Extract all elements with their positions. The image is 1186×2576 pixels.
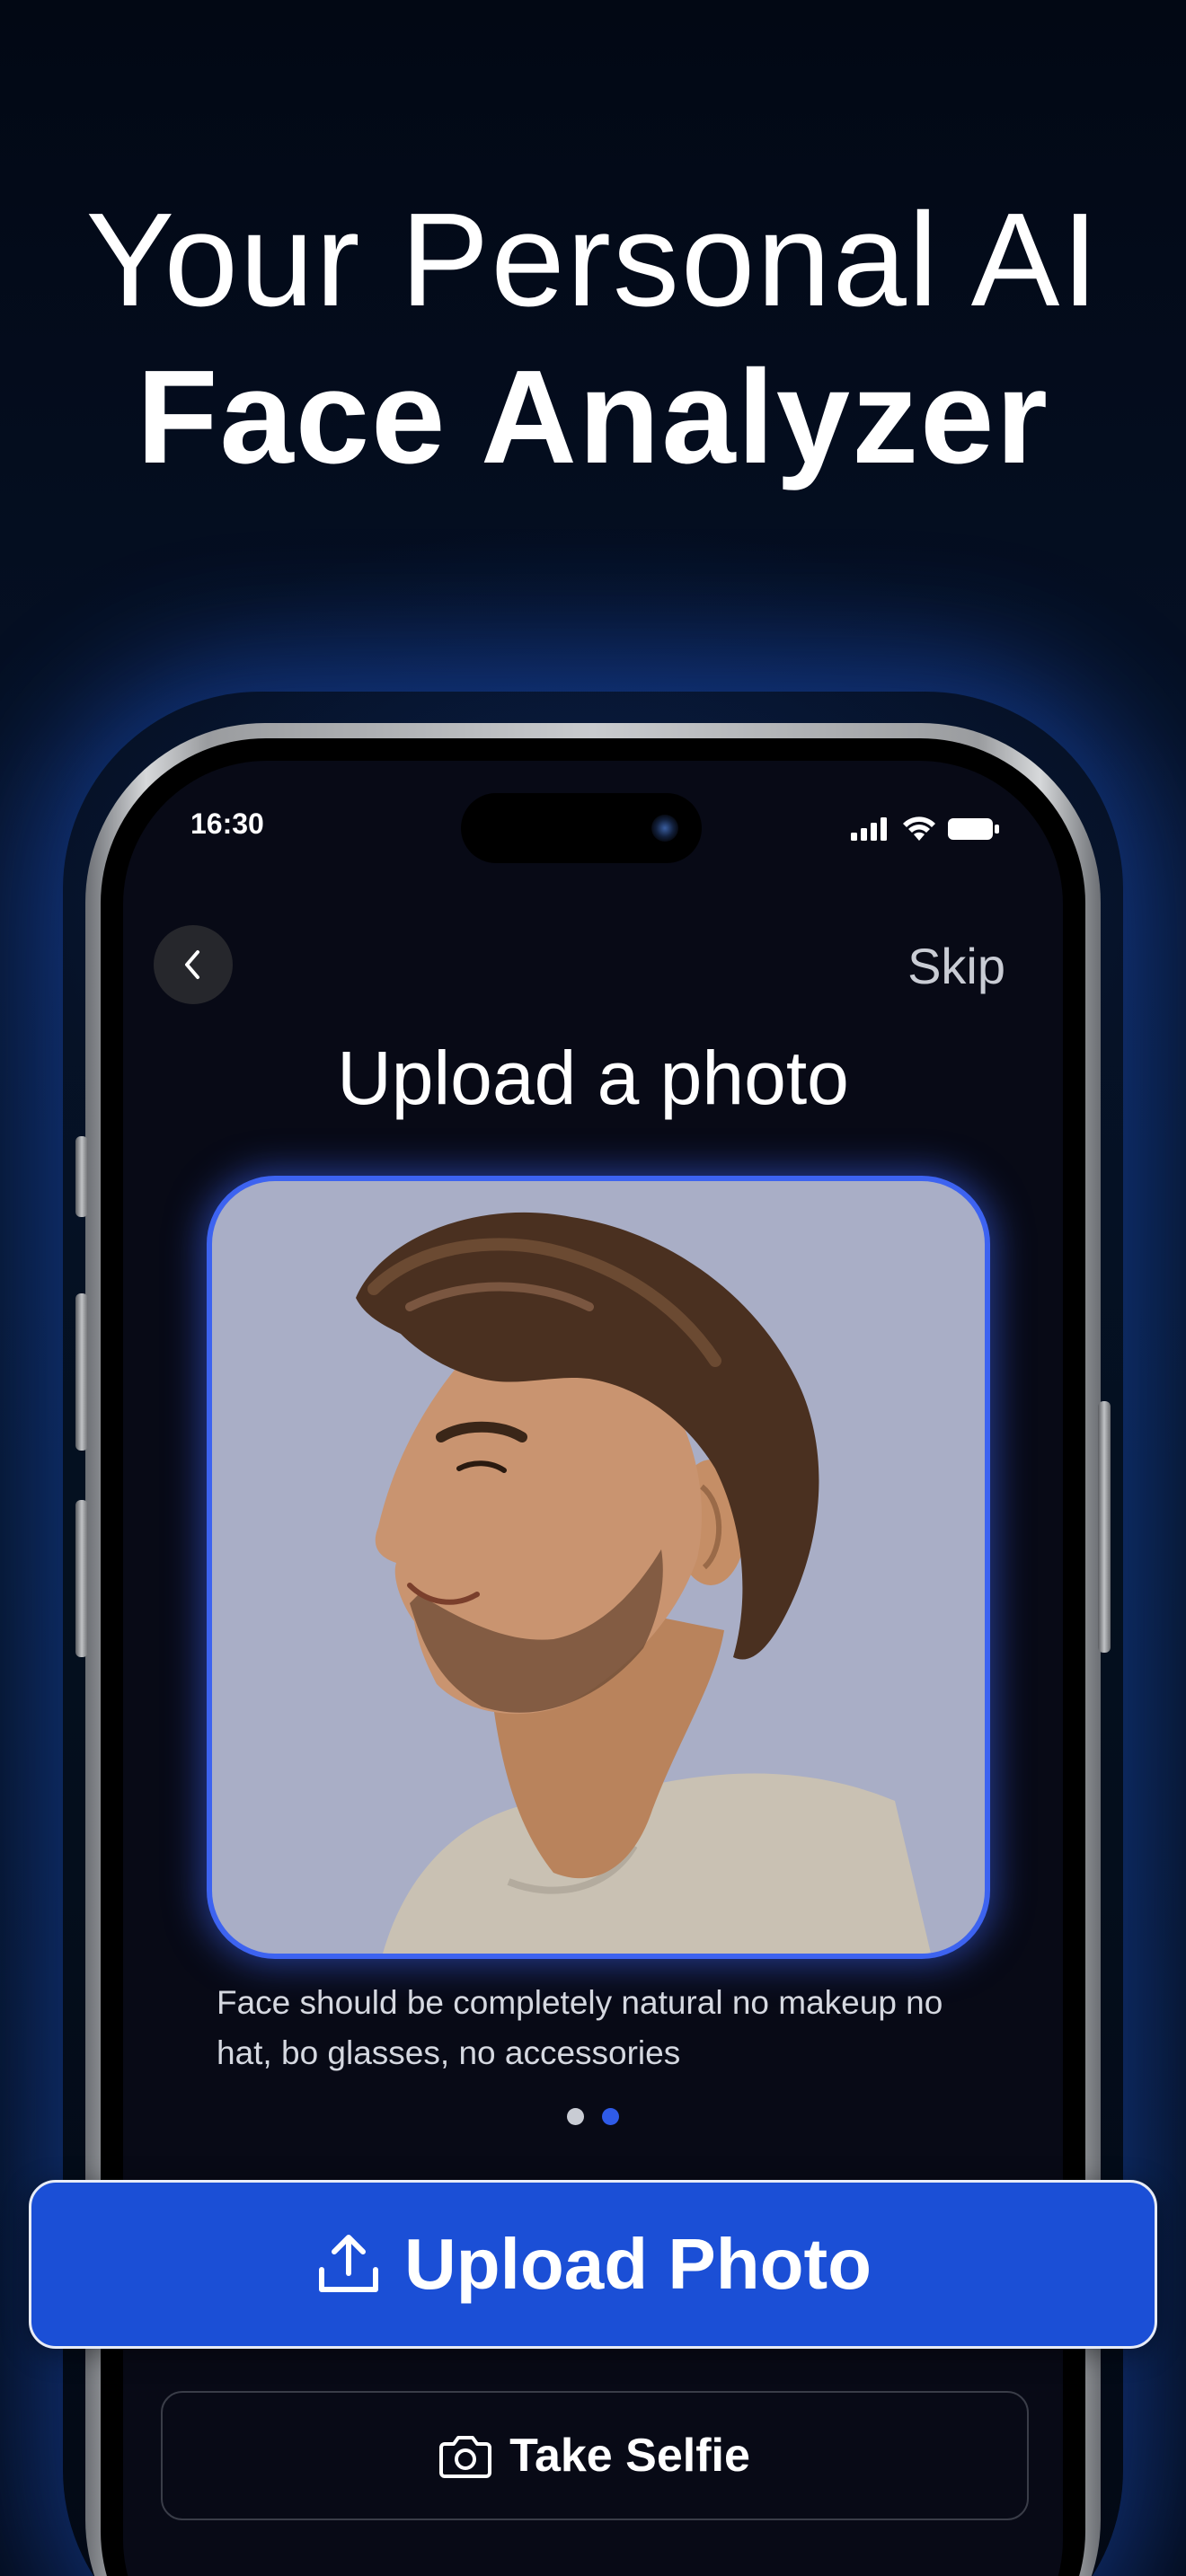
phone-side-button-volume-down bbox=[75, 1500, 88, 1657]
cellular-signal-icon bbox=[851, 817, 887, 841]
upload-photo-button[interactable]: Upload Photo bbox=[29, 2180, 1157, 2349]
sample-face-illustration bbox=[356, 1212, 931, 1954]
battery-icon bbox=[948, 818, 999, 840]
chevron-left-icon bbox=[185, 950, 199, 979]
phone-side-button-action bbox=[75, 1136, 88, 1217]
phone-side-button-volume-up bbox=[75, 1293, 88, 1451]
camera-icon bbox=[439, 2436, 492, 2478]
skip-button[interactable]: Skip bbox=[907, 937, 1005, 995]
upload-photo-label: Upload Photo bbox=[404, 2224, 872, 2304]
pager-dot bbox=[567, 2108, 584, 2125]
status-time: 16:30 bbox=[190, 807, 264, 840]
app-canvas: Your Personal AI Face Analyzer 16:30 Ski… bbox=[0, 0, 1186, 2576]
back-button[interactable] bbox=[154, 925, 233, 1004]
upload-icon bbox=[319, 2235, 379, 2292]
take-selfie-label: Take Selfie bbox=[509, 2430, 750, 2482]
instruction-text: Face should be completely natural no mak… bbox=[217, 1984, 943, 2071]
status-icons bbox=[851, 816, 1000, 842]
front-camera-icon bbox=[651, 815, 678, 842]
take-selfie-button[interactable]: Take Selfie bbox=[161, 2391, 1029, 2520]
dynamic-island bbox=[461, 793, 702, 863]
wifi-icon bbox=[903, 816, 935, 841]
headline-subtitle: Face Analyzer bbox=[137, 343, 1049, 491]
phone-side-button-power bbox=[1098, 1401, 1111, 1653]
headline-title: Your Personal AI bbox=[85, 186, 1101, 334]
sample-photo bbox=[207, 1176, 990, 1959]
screen-title: Upload a photo bbox=[337, 1036, 849, 1120]
pager-dot-active bbox=[602, 2108, 619, 2125]
pager-indicator bbox=[123, 2108, 1063, 2125]
